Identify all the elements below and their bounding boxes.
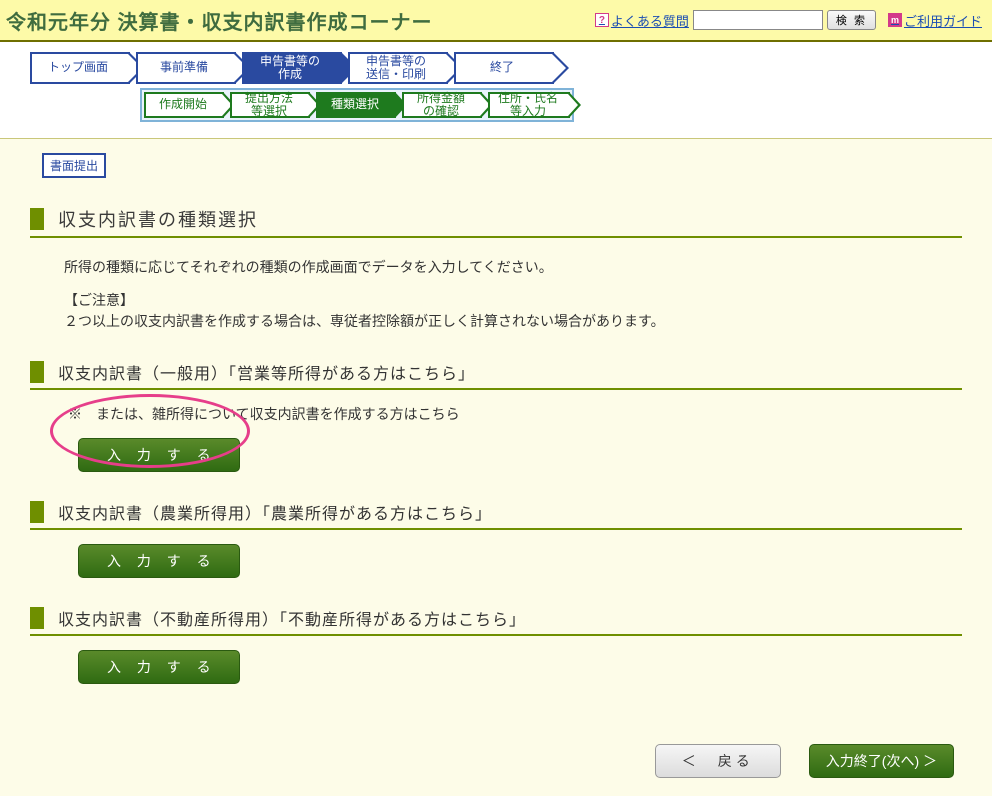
section-marker-icon [30,501,44,523]
page-title: 令和元年分 決算書・収支内訳書作成コーナー [6,6,433,35]
nav-main-step-2[interactable]: 申告書等の 作成 [242,52,342,84]
main-section-title: 収支内訳書の種類選択 [58,206,258,232]
sub-section-header: 収支内訳書（農業所得用）「農業所得がある方はこちら」 [30,500,962,530]
progress-nav: トップ画面事前準備申告書等の 作成申告書等の 送信・印刷終了 作成開始提出方法 … [0,42,992,132]
footer-actions: ＜ 戻る 入力終了(次へ) ＞ [30,744,962,778]
back-button[interactable]: ＜ 戻る [655,744,781,778]
form-type-section-2: 収支内訳書（不動産所得用）「不動産所得がある方はこちら」入 力 す る [30,606,962,684]
section-marker-icon [30,607,44,629]
sub-section-title: 収支内訳書（農業所得用）「農業所得がある方はこちら」 [58,500,492,524]
nav-sub-step-2[interactable]: 種類選択 [316,92,396,118]
sub-section-header: 収支内訳書（一般用）「営業等所得がある方はこちら」 [30,360,962,390]
question-icon: ? [595,13,609,27]
nav-main-step-0[interactable]: トップ画面 [30,52,130,84]
nav-sub-step-1[interactable]: 提出方法 等選択 [230,92,310,118]
input-button[interactable]: 入 力 す る [78,544,240,578]
search-button[interactable]: 検 索 [827,10,876,30]
main-section-header: 収支内訳書の種類選択 [30,206,962,238]
faq-link[interactable]: ? よくある質問 [595,11,689,30]
sub-section-header: 収支内訳書（不動産所得用）「不動産所得がある方はこちら」 [30,606,962,636]
nav-main-step-4[interactable]: 終了 [454,52,554,84]
caution-body: ２つ以上の収支内訳書を作成する場合は、専従者控除額が正しく計算されない場合があり… [64,311,962,332]
nav-main-step-1[interactable]: 事前準備 [136,52,236,84]
guide-label: ご利用ガイド [904,11,982,30]
nav-sub-step-3[interactable]: 所得金額 の確認 [402,92,482,118]
section-marker-icon [30,361,44,383]
form-type-section-0: 収支内訳書（一般用）「営業等所得がある方はこちら」 ※ または、雑所得について収支… [30,360,962,472]
faq-label: よくある質問 [611,11,689,30]
form-type-section-1: 収支内訳書（農業所得用）「農業所得がある方はこちら」入 力 す る [30,500,962,578]
caution-heading: 【ご注意】 [64,290,962,311]
guide-icon: m [888,13,902,27]
sub-section-title: 収支内訳書（不動産所得用）「不動産所得がある方はこちら」 [58,606,526,630]
next-button[interactable]: 入力終了(次へ) ＞ [809,744,954,778]
search-input[interactable] [693,10,823,30]
guide-link[interactable]: m ご利用ガイド [888,11,982,30]
sub-section-note: ※ または、雑所得について収支内訳書を作成する方はこちら [68,404,962,424]
app-header: 令和元年分 決算書・収支内訳書作成コーナー ? よくある質問 検 索 m ご利用… [0,0,992,40]
input-button[interactable]: 入 力 す る [78,650,240,684]
nav-main-step-3[interactable]: 申告書等の 送信・印刷 [348,52,448,84]
submission-badge: 書面提出 [42,153,106,178]
nav-sub-step-0[interactable]: 作成開始 [144,92,224,118]
instruction-text: 所得の種類に応じてそれぞれの種類の作成画面でデータを入力してください。 [64,256,962,280]
input-button[interactable]: 入 力 す る [78,438,240,472]
nav-sub-step-4[interactable]: 住所・氏名 等入力 [488,92,570,118]
section-marker-icon [30,208,44,230]
main-content: 書面提出 収支内訳書の種類選択 所得の種類に応じてそれぞれの種類の作成画面でデー… [0,139,992,796]
sub-section-title: 収支内訳書（一般用）「営業等所得がある方はこちら」 [58,360,475,384]
